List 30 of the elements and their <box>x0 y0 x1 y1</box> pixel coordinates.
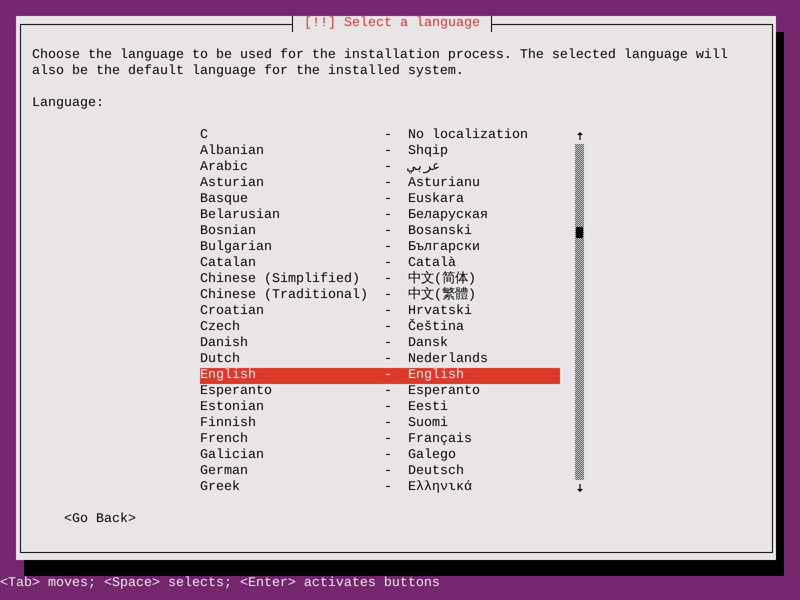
go-back-button[interactable]: <Go Back> <box>64 512 136 528</box>
dialog-title: [!!] Select a language <box>292 16 492 32</box>
language-option[interactable]: Bosnian - Bosanski <box>200 224 560 240</box>
language-option[interactable]: Greek - Ελληνικά <box>200 480 560 496</box>
language-option[interactable]: Catalan - Català <box>200 256 560 272</box>
language-option[interactable]: French - Français <box>200 432 560 448</box>
language-option[interactable]: Dutch - Nederlands <box>200 352 560 368</box>
language-option[interactable]: Asturian - Asturianu <box>200 176 560 192</box>
language-option[interactable]: Galician - Galego <box>200 448 560 464</box>
language-option[interactable]: Albanian - Shqip <box>200 144 560 160</box>
language-option[interactable]: English - English <box>200 368 560 384</box>
language-option[interactable]: C - No localization <box>200 128 560 144</box>
language-option[interactable]: Esperanto - Esperanto <box>200 384 560 400</box>
up-arrow-icon <box>576 132 582 140</box>
dialog-description: Choose the language to be used for the installation process. The selected language will also be the default language for the installed system. <box>32 48 729 80</box>
language-option[interactable]: Estonian - Eesti <box>200 400 560 416</box>
down-arrow-icon <box>576 484 582 492</box>
language-option[interactable]: Danish - Dansk <box>200 336 560 352</box>
language-option[interactable]: Chinese (Simplified) - 中文(简体) <box>200 272 560 288</box>
language-option[interactable]: Chinese (Traditional) - 中文(繁體) <box>200 288 560 304</box>
language-option[interactable]: Croatian - Hrvatski <box>200 304 560 320</box>
scrollbar-thumb[interactable] <box>576 227 583 238</box>
language-label: Language: <box>32 96 104 111</box>
language-option[interactable]: Finnish - Suomi <box>200 416 560 432</box>
language-option[interactable]: Bulgarian - Български <box>200 240 560 256</box>
language-option[interactable]: Belarusian - Беларуская <box>200 208 560 224</box>
status-bar-hint: <Tab> moves; <Space> selects; <Enter> activates buttons <box>0 576 440 591</box>
language-option[interactable]: Basque - Euskara <box>200 192 560 208</box>
language-option[interactable]: German - Deutsch <box>200 464 560 480</box>
language-option[interactable]: Czech - Čeština <box>200 320 560 336</box>
